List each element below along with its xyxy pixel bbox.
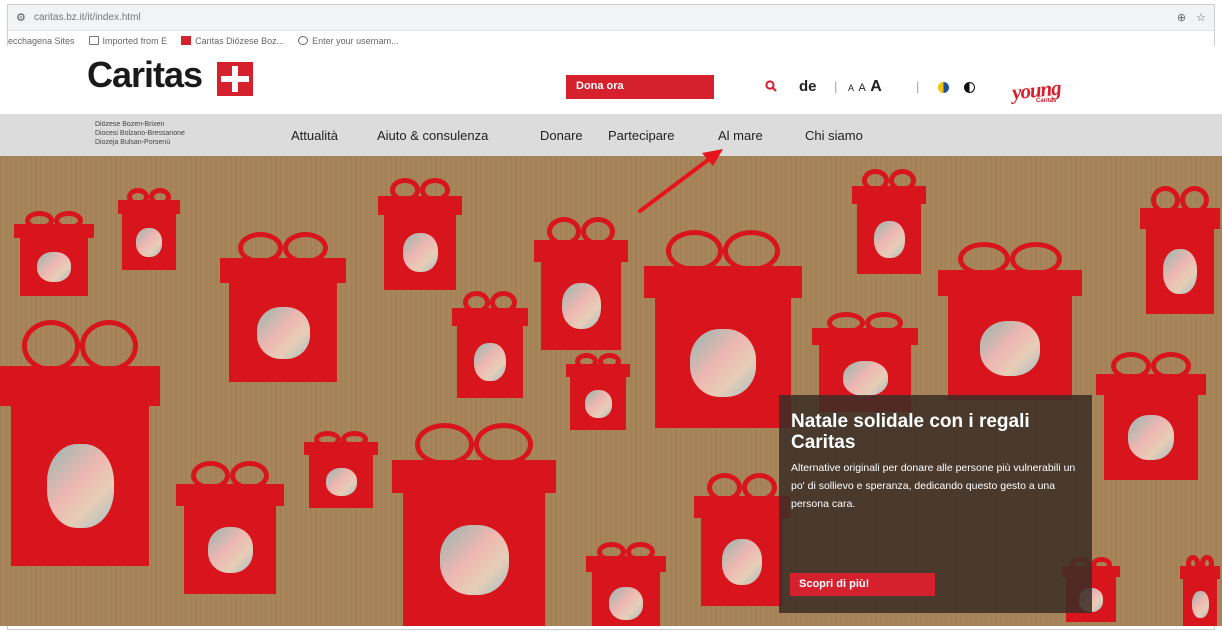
language-switch[interactable]: de (799, 78, 817, 95)
bookmark-item[interactable]: ecchagena Sites (8, 36, 75, 46)
gift-box-illustration (694, 473, 790, 606)
folder-icon (88, 36, 99, 45)
font-size-large[interactable]: A (870, 78, 882, 95)
nav-item-al-mare[interactable]: Al mare (718, 128, 763, 143)
gift-box-illustration (378, 178, 462, 290)
diocese-line: Diozeja Bulsan-Porsenù (95, 139, 171, 146)
gift-box-illustration (452, 291, 528, 398)
young-caritas-sub: Caritas (1036, 98, 1057, 104)
gift-box-illustration (566, 353, 630, 430)
gift-box-illustration (304, 431, 378, 508)
gift-box-illustration (586, 542, 666, 626)
gift-box-illustration (220, 232, 346, 382)
gift-box-illustration (118, 188, 180, 270)
contrast-icon[interactable] (938, 82, 949, 93)
caritas-logo[interactable]: Caritas (87, 54, 203, 96)
star-icon[interactable]: ☆ (1196, 11, 1206, 24)
discover-more-button[interactable]: Scopri di più! (790, 573, 935, 596)
bookmark-item[interactable]: Enter your usernam... (298, 36, 399, 46)
hero-caption: Natale solidale con i regali Caritas Alt… (779, 395, 1092, 613)
bookmark-item[interactable]: Imported from E (88, 35, 168, 46)
separator: | (916, 79, 920, 94)
gift-box-illustration (1180, 555, 1220, 626)
gift-box-illustration (14, 211, 94, 296)
globe-icon (298, 36, 309, 45)
diocese-line: Diocesi Bolzano-Bressanone (95, 130, 185, 137)
hero-text: Alternative originali per donare alle pe… (791, 462, 1076, 510)
nav-item-donare[interactable]: Donare (540, 128, 583, 143)
bookmark-label: Caritas Diözese Boz... (195, 35, 285, 46)
search-icon[interactable] (765, 80, 777, 92)
nav-item-aiuto-consulenza[interactable]: Aiuto & consulenza (377, 128, 488, 143)
hero-title: Natale solidale con i regali Caritas (791, 411, 1030, 453)
gift-box-illustration (852, 169, 926, 274)
separator: | (834, 79, 838, 94)
bookmark-label: ecchagena Sites (8, 35, 75, 46)
address-field[interactable]: caritas.bz.it/it/index.html (34, 12, 1167, 23)
nav-item-partecipare[interactable]: Partecipare (608, 128, 674, 143)
gift-box-illustration (176, 461, 284, 594)
tune-icon[interactable]: ⚙ (16, 11, 34, 24)
gift-box-illustration (1096, 352, 1206, 480)
gift-box-illustration (1140, 186, 1220, 314)
zoom-icon[interactable]: ⊕ (1177, 11, 1186, 24)
bookmark-item[interactable]: Caritas Diözese Boz... (181, 36, 284, 46)
high-contrast-icon[interactable] (964, 82, 975, 93)
diocese-names: Diözese Bozen-Brixen Diocesi Bolzano-Bre… (95, 120, 185, 147)
bookmark-label: Enter your usernam... (312, 35, 399, 46)
url-bar: ⚙ caritas.bz.it/it/index.html ⊕ ☆ (8, 5, 1214, 31)
nav-item-chi-siamo[interactable]: Chi siamo (805, 128, 863, 143)
gift-box-illustration (0, 320, 160, 566)
caritas-cross-icon[interactable] (217, 62, 253, 96)
font-size-medium[interactable]: A (858, 82, 865, 94)
gift-box-illustration (392, 423, 556, 626)
font-size-small[interactable]: A (848, 83, 854, 93)
donate-button[interactable]: Dona ora (566, 75, 714, 99)
nav-item-attualita[interactable]: Attualità (291, 128, 338, 143)
font-size-controls: A A A (848, 78, 882, 96)
caritas-favicon-icon (181, 36, 192, 45)
diocese-line: Diözese Bozen-Brixen (95, 121, 165, 128)
gift-box-illustration (938, 242, 1082, 400)
bookmark-label: Imported from E (102, 35, 168, 46)
gift-box-illustration (534, 217, 628, 350)
